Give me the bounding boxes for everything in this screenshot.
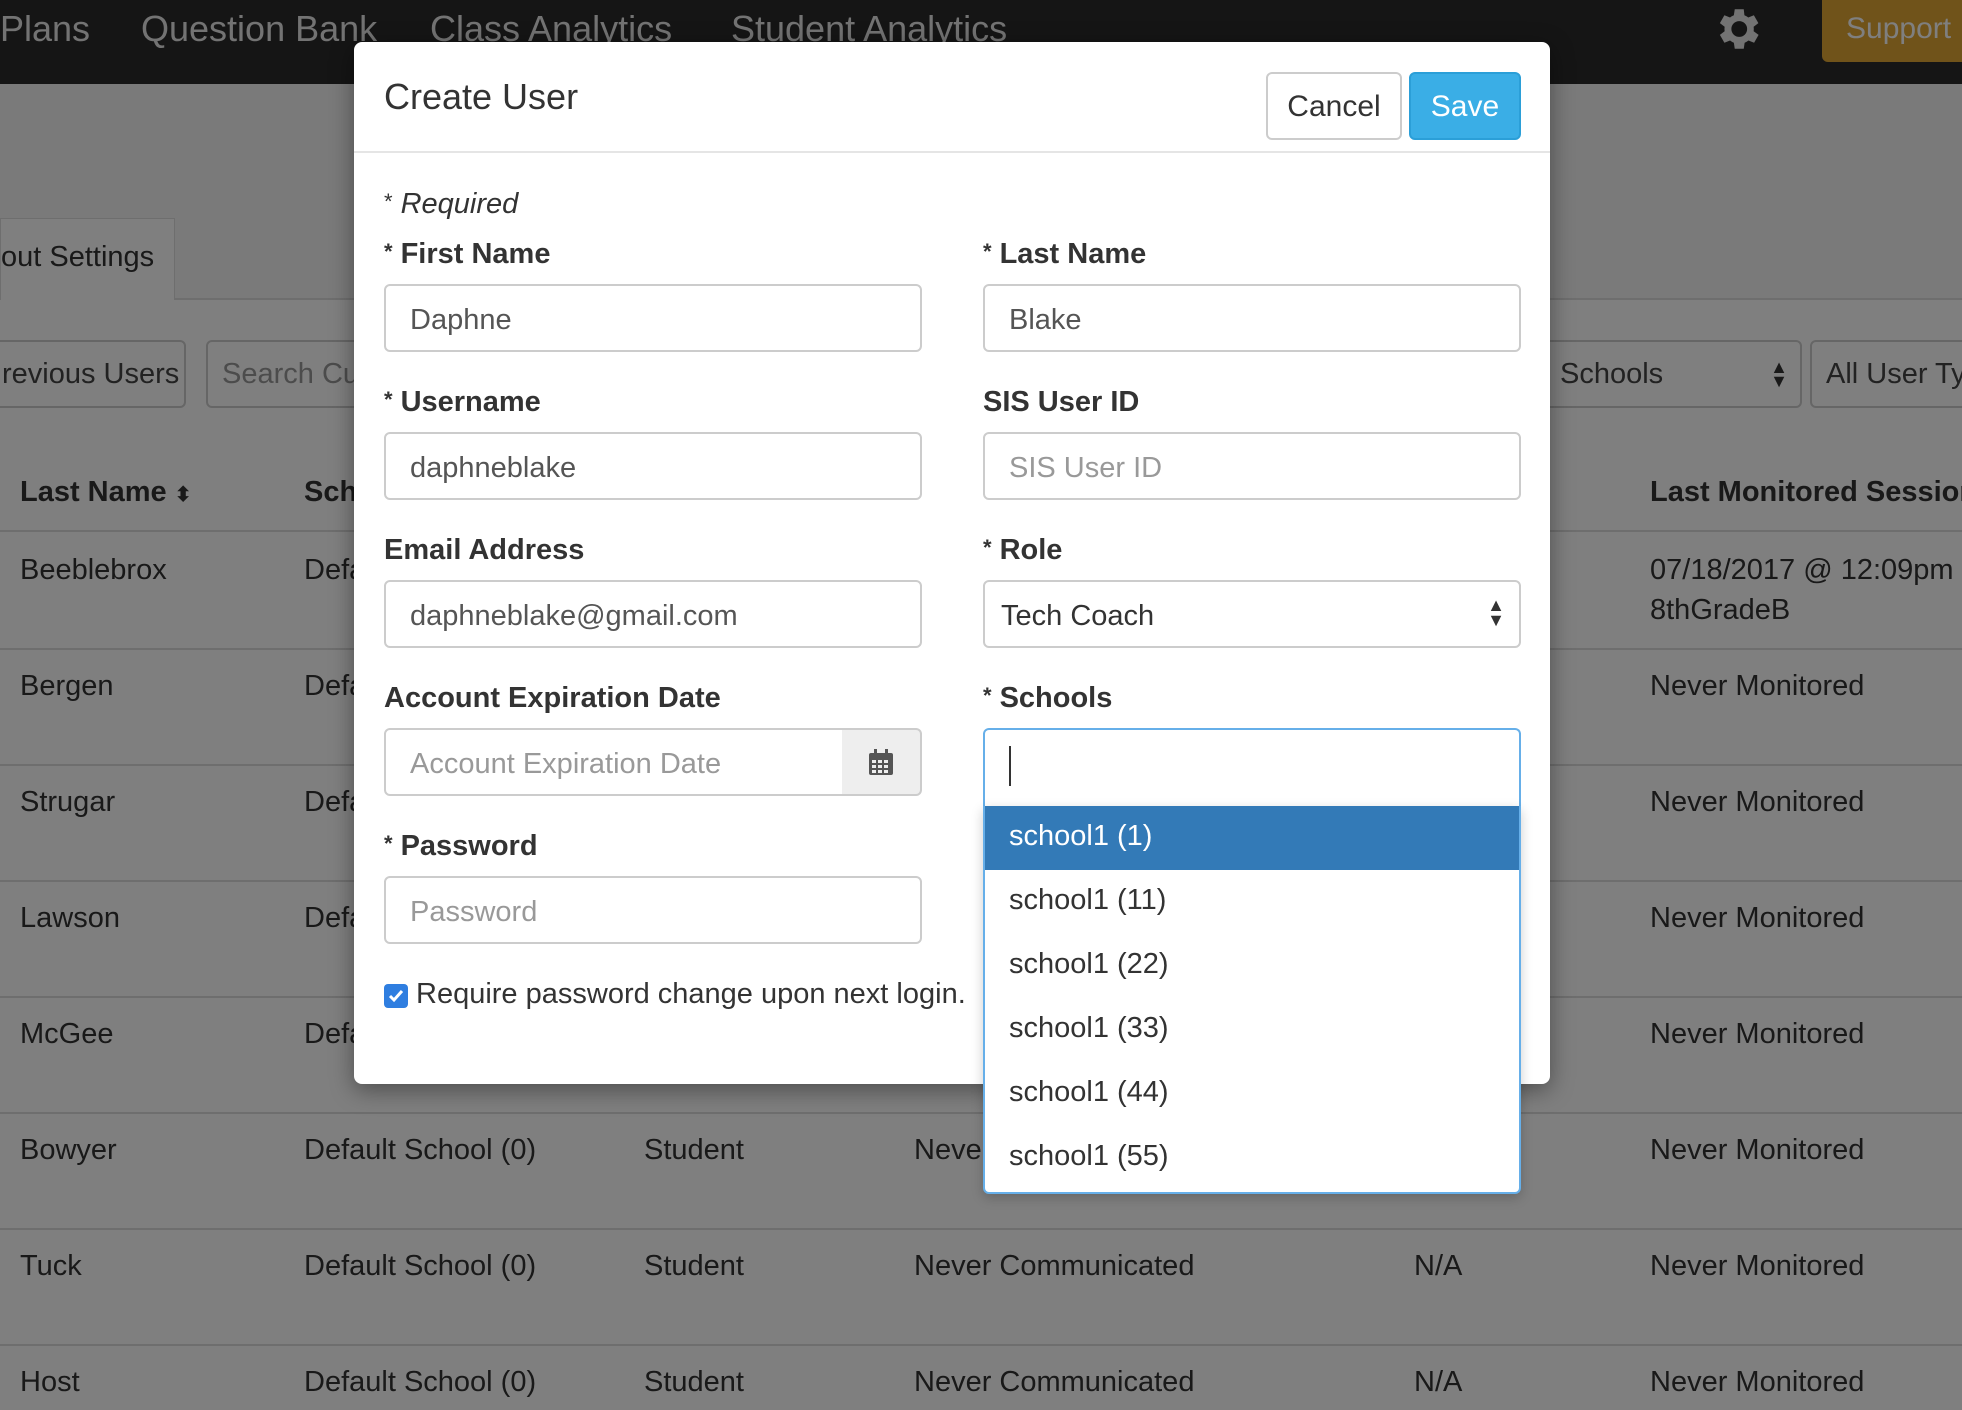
- email-field[interactable]: daphneblake@gmail.com: [384, 580, 922, 648]
- expiration-date-field[interactable]: Account Expiration Date: [384, 728, 844, 796]
- password-label: * Password: [384, 830, 538, 862]
- last-name-label: * Last Name: [983, 238, 1147, 270]
- username-field[interactable]: daphneblake: [384, 432, 922, 500]
- school-option[interactable]: school1 (1): [985, 806, 1519, 870]
- calendar-icon: [869, 749, 893, 775]
- first-name-label: * First Name: [384, 238, 551, 270]
- required-note: * Required: [384, 188, 519, 220]
- school-option[interactable]: school1 (55): [985, 1126, 1519, 1190]
- checkmark-icon: [388, 990, 404, 1003]
- calendar-button[interactable]: [842, 728, 922, 796]
- role-select[interactable]: Tech Coach ▲ ▼: [983, 580, 1521, 648]
- select-arrows-icon: ▲▼: [1487, 595, 1505, 630]
- first-name-field[interactable]: Daphne: [384, 284, 922, 352]
- sis-user-id-field[interactable]: SIS User ID: [983, 432, 1521, 500]
- school-option[interactable]: school1 (22): [985, 934, 1519, 998]
- password-field[interactable]: Password: [384, 876, 922, 944]
- require-password-label: Require password change upon next login.: [416, 978, 966, 1010]
- school-option[interactable]: school1 (44): [985, 1062, 1519, 1126]
- expiration-label: Account Expiration Date: [384, 682, 721, 714]
- email-label: Email Address: [384, 534, 585, 566]
- schools-dropdown-list: school1 (1) school1 (11) school1 (22) sc…: [983, 806, 1521, 1194]
- cancel-button[interactable]: Cancel: [1266, 72, 1402, 140]
- modal-title: Create User: [384, 76, 579, 117]
- modal-header: Create User Cancel Save: [354, 42, 1550, 153]
- text-caret: [1009, 746, 1011, 786]
- sis-user-id-label: SIS User ID: [983, 386, 1140, 418]
- schools-label: * Schools: [983, 682, 1113, 714]
- last-name-field[interactable]: Blake: [983, 284, 1521, 352]
- role-label: * Role: [983, 534, 1063, 566]
- require-password-checkbox[interactable]: [384, 984, 408, 1008]
- school-option[interactable]: school1 (11): [985, 870, 1519, 934]
- username-label: * Username: [384, 386, 541, 418]
- school-option[interactable]: school1 (33): [985, 998, 1519, 1062]
- role-select-value: Tech Coach: [1001, 600, 1155, 632]
- schools-search-input[interactable]: [983, 728, 1521, 806]
- save-button[interactable]: Save: [1409, 72, 1521, 140]
